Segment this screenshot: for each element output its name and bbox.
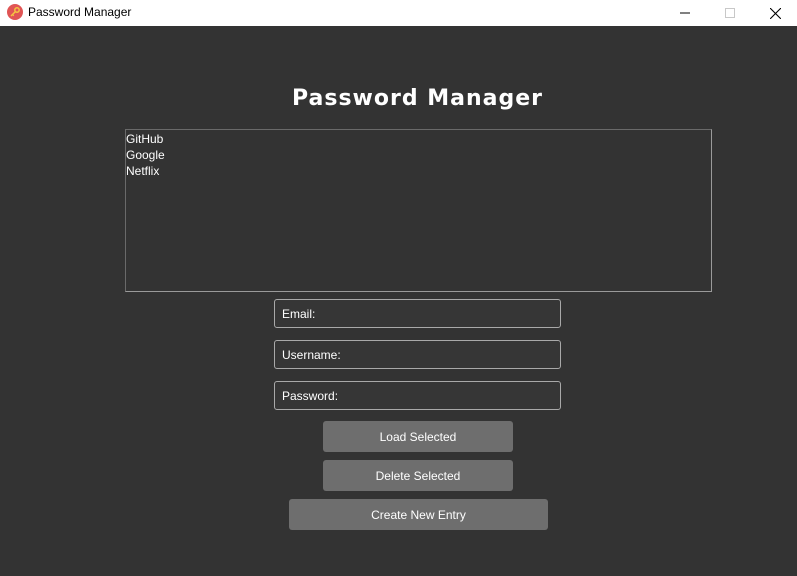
list-item[interactable]: GitHub: [126, 131, 711, 147]
minimize-icon: [680, 8, 690, 18]
username-field-container: [274, 340, 561, 369]
minimize-button[interactable]: [662, 0, 708, 26]
create-new-entry-button[interactable]: Create New Entry: [289, 499, 548, 530]
delete-selected-button[interactable]: Delete Selected: [323, 460, 513, 491]
list-item[interactable]: Google: [126, 147, 711, 163]
email-field-container: [274, 299, 561, 328]
maximize-button[interactable]: [707, 0, 753, 26]
title-bar[interactable]: Password Manager: [0, 0, 797, 26]
window-title: Password Manager: [28, 5, 132, 19]
password-field-container: [274, 381, 561, 410]
page-title: Password Manager: [291, 86, 544, 111]
close-button[interactable]: [752, 0, 797, 26]
password-field[interactable]: [275, 382, 560, 409]
entries-listbox[interactable]: GitHub Google Netflix: [125, 129, 712, 292]
key-icon: [7, 4, 23, 20]
email-field[interactable]: [275, 300, 560, 327]
list-item[interactable]: Netflix: [126, 163, 711, 179]
load-selected-button[interactable]: Load Selected: [323, 421, 513, 452]
close-icon: [769, 7, 781, 19]
username-field[interactable]: [275, 341, 560, 368]
maximize-icon: [725, 8, 735, 18]
